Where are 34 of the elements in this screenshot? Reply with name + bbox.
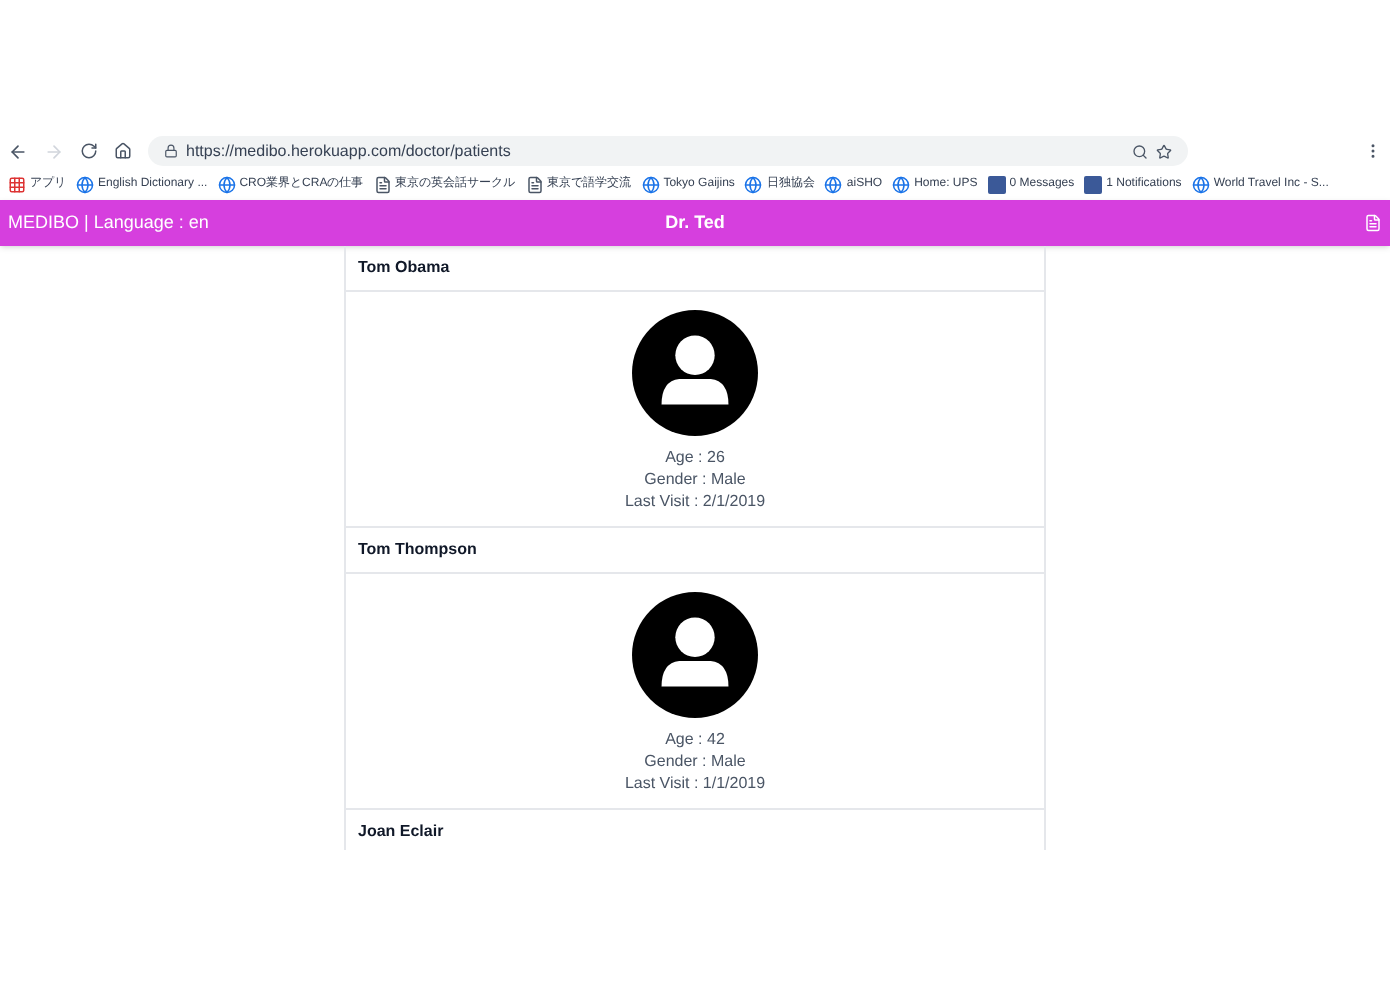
doctor-name: Dr. Ted [665, 209, 725, 236]
globe-icon [1191, 175, 1210, 193]
patient-name: Joan Eclair [346, 810, 1044, 850]
search-icon[interactable] [1132, 143, 1148, 159]
patient-detail: Age : 26 [665, 446, 725, 468]
home-icon[interactable] [114, 142, 132, 160]
reload-icon[interactable] [80, 142, 98, 160]
avatar-icon [632, 592, 758, 718]
patient-detail: Gender : Male [644, 468, 746, 490]
page-icon [525, 175, 544, 193]
url-text: https://medibo.herokuapp.com/doctor/patients [186, 139, 511, 163]
avatar-icon [632, 310, 758, 436]
globe-icon [824, 175, 843, 193]
square-icon [987, 175, 1006, 193]
back-icon[interactable] [8, 141, 28, 161]
patient-name: Tom Thompson [346, 528, 1044, 574]
globe-icon [217, 175, 236, 193]
globe-icon [892, 175, 911, 193]
patient-name: Tom Obama [346, 246, 1044, 292]
patient-detail: Last Visit : 1/1/2019 [624, 772, 766, 794]
address-bar[interactable]: https://medibo.herokuapp.com/doctor/patients [148, 136, 1188, 166]
document-icon[interactable] [1364, 214, 1382, 232]
patient-detail: Last Visit : 2/1/2019 [624, 490, 766, 512]
star-icon[interactable] [1156, 143, 1172, 159]
square-icon [1084, 175, 1103, 193]
page-icon [373, 175, 392, 193]
apps-icon [8, 175, 26, 193]
patient-detail: Age : 42 [665, 728, 725, 750]
globe-icon [744, 175, 763, 193]
globe-icon [76, 175, 94, 193]
lock-icon [164, 144, 178, 158]
globe-icon [641, 175, 660, 193]
patient-detail: Gender : Male [644, 750, 746, 772]
brand-text: MEDIBO | Language : en [8, 209, 211, 236]
